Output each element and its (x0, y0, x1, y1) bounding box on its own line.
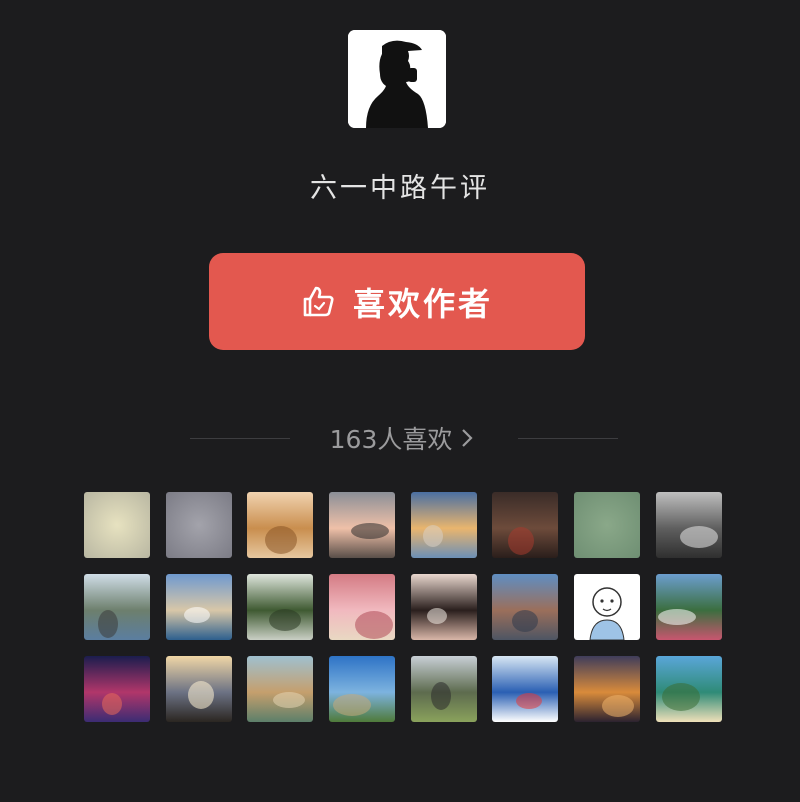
chevron-right-icon (462, 429, 473, 447)
liker-avatar-22-image (492, 656, 559, 722)
liker-avatar-1[interactable] (84, 492, 150, 558)
liker-avatar-17-image (84, 656, 150, 722)
divider-left (190, 438, 290, 439)
author-avatar[interactable] (348, 30, 446, 128)
liker-avatar-17[interactable] (84, 656, 150, 722)
liker-avatar-2[interactable] (165, 492, 232, 558)
liker-avatar-6[interactable] (492, 492, 559, 558)
liker-avatar-6-image (492, 492, 559, 558)
liker-avatar-8-image (655, 492, 722, 558)
liker-avatar-23-image (574, 656, 641, 722)
liker-avatar-13-image (410, 574, 477, 640)
liker-avatar-4-image (329, 492, 396, 558)
liker-avatar-9[interactable] (84, 574, 150, 640)
liker-avatar-22[interactable] (492, 656, 559, 722)
liker-avatar-10-image (165, 574, 232, 640)
liker-avatar-12-image (329, 574, 396, 640)
liker-avatar-2-image (165, 492, 232, 558)
likes-summary: 163人喜欢 (0, 420, 800, 458)
liker-avatar-20-image (329, 656, 396, 722)
liker-avatar-13[interactable] (410, 574, 477, 640)
liker-avatar-21[interactable] (410, 656, 477, 722)
liker-avatar-11[interactable] (247, 574, 314, 640)
liker-avatar-3[interactable] (247, 492, 314, 558)
liker-avatar-20[interactable] (329, 656, 396, 722)
silhouette-with-cap-icon (348, 30, 446, 128)
liker-avatar-1-image (84, 492, 150, 558)
liker-avatar-24-image (655, 656, 722, 722)
liker-avatar-19-image (247, 656, 314, 722)
likes-count-text: 163人喜欢 (329, 425, 453, 454)
liker-avatar-14-image (492, 574, 559, 640)
liker-avatar-9-image (84, 574, 150, 640)
liker-avatar-23[interactable] (574, 656, 641, 722)
liker-avatar-5[interactable] (410, 492, 477, 558)
liker-avatar-12[interactable] (329, 574, 396, 640)
liker-avatar-4[interactable] (329, 492, 396, 558)
author-name: 六一中路午评 (310, 173, 490, 204)
liker-avatar-14[interactable] (492, 574, 559, 640)
liker-avatar-21-image (410, 656, 477, 722)
divider-right (518, 438, 618, 439)
liker-avatar-3-image (247, 492, 314, 558)
liker-avatar-18-image (165, 656, 232, 722)
liker-avatar-5-image (410, 492, 477, 558)
liker-avatar-7[interactable] (574, 492, 641, 558)
liker-avatar-10[interactable] (165, 574, 232, 640)
liker-avatar-8[interactable] (655, 492, 722, 558)
liker-avatar-7-image (574, 492, 641, 558)
like-author-button[interactable]: 喜欢作者 (209, 253, 585, 350)
liker-avatar-24[interactable] (655, 656, 722, 722)
likes-count-link[interactable]: 163人喜欢 (316, 420, 488, 456)
liker-avatar-19[interactable] (247, 656, 314, 722)
like-author-label: 喜欢作者 (352, 284, 493, 323)
liker-avatar-15[interactable] (574, 574, 641, 640)
liker-avatar-grid (84, 492, 722, 722)
liker-avatar-11-image (247, 574, 314, 640)
liker-avatar-16[interactable] (655, 574, 722, 640)
liker-avatar-18[interactable] (165, 656, 232, 722)
liker-avatar-16-image (655, 574, 722, 640)
liker-avatar-15-image (574, 574, 641, 640)
thumbs-up-icon (303, 286, 334, 316)
